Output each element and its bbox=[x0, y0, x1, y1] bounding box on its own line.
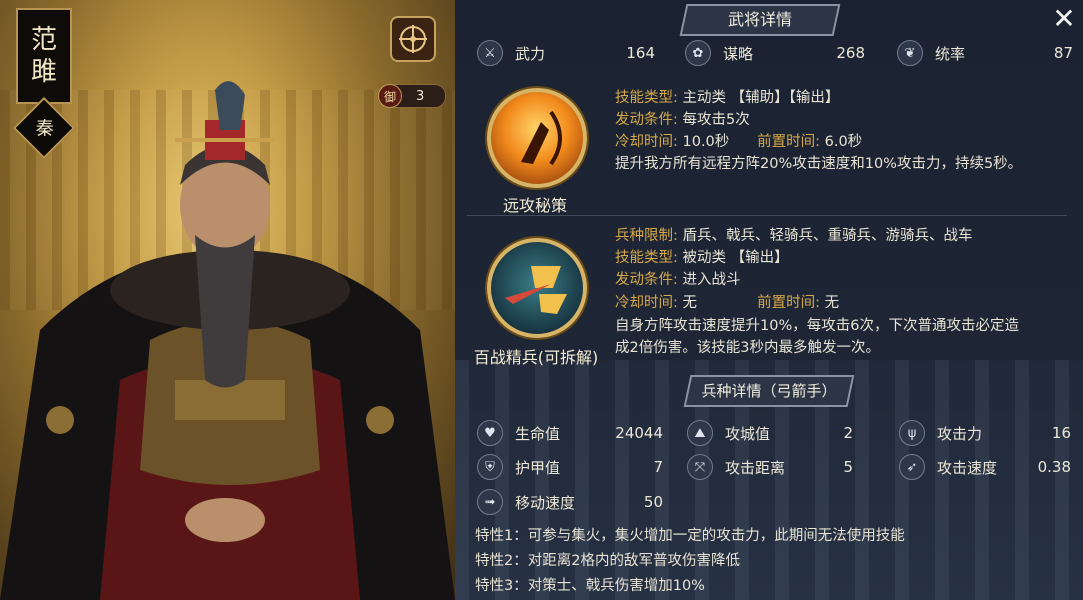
skill1-type-key: 技能类型: bbox=[615, 90, 678, 106]
skill2-cd-line: 冷却时间: 无 前置时间: 无 bbox=[615, 291, 839, 312]
troop-stat-range: ⤧ 攻击距离 5 bbox=[687, 454, 853, 480]
skill2-limit-line: 兵种限制: 盾兵、戟兵、轻骑兵、重骑兵、游骑兵、战车 bbox=[615, 224, 973, 245]
archer-skill-icon bbox=[521, 110, 562, 166]
stat-command-label: 统率 bbox=[935, 44, 966, 63]
stat-command-value: 87 bbox=[1053, 44, 1073, 62]
stat-force-value: 164 bbox=[626, 44, 655, 62]
troop-stat-movespeed-value: 50 bbox=[643, 493, 663, 511]
veteran-soldier-icon bbox=[505, 266, 567, 314]
troop-details-title: 兵种详情（弓箭手） bbox=[701, 382, 837, 400]
trait-1: 特性1：可参与集火，集火增加一定的攻击力，此期间无法使用技能 bbox=[475, 528, 905, 544]
defense-value: 3 bbox=[416, 88, 425, 104]
skill1-pre-key: 前置时间: bbox=[757, 134, 820, 150]
stat-strategy: ✿ 谋略 268 bbox=[685, 40, 865, 66]
skill2-cd-value: 无 bbox=[682, 295, 698, 311]
crossed-swords-icon: ⚔ bbox=[477, 40, 503, 66]
skill1-cd-line: 冷却时间: 10.0秒 前置时间: 6.0秒 bbox=[615, 130, 862, 151]
hero-portrait-panel: 范 雎 秦 御 3 bbox=[0, 0, 455, 600]
skill2-name: 百战精兵(可拆解) bbox=[473, 348, 599, 367]
troop-stat-atkspeed-value: 0.38 bbox=[1037, 458, 1071, 476]
skill1-name: 远攻秘策 bbox=[502, 196, 567, 215]
compass-button[interactable] bbox=[390, 16, 436, 62]
troop-stat-attack-label: 攻击力 bbox=[937, 424, 983, 443]
skill-divider bbox=[467, 215, 1067, 216]
skill1-icon[interactable] bbox=[487, 88, 587, 188]
compass-icon bbox=[399, 25, 427, 53]
skill2-pre-key: 前置时间: bbox=[757, 295, 820, 311]
skill2-desc-line1: 自身方阵攻击速度提升10%，每攻击6次，下次普通攻击必定造 bbox=[615, 318, 1019, 334]
stat-command: ❦ 统率 87 bbox=[897, 40, 1073, 66]
stat-strategy-label: 谋略 bbox=[723, 44, 754, 63]
skill1-cd-key: 冷却时间: bbox=[615, 134, 678, 150]
skill2-pre-value: 无 bbox=[824, 295, 840, 311]
troop-stat-siege-label: 攻城值 bbox=[725, 424, 771, 443]
troop-stat-hp-value: 24044 bbox=[615, 424, 663, 442]
troop-stat-siege-value: 2 bbox=[843, 424, 853, 442]
range-icon: ⤧ bbox=[687, 454, 713, 480]
troop-stat-movespeed: ➟ 移动速度 50 bbox=[477, 489, 663, 515]
troop-stat-range-label: 攻击距离 bbox=[725, 458, 786, 477]
skill1-cond-key: 发动条件: bbox=[615, 112, 678, 128]
hero-name-char2: 雎 bbox=[30, 57, 57, 87]
skill2-desc-line2: 成2倍伤害。该技能3秒内最多触发一次。 bbox=[615, 340, 880, 356]
skill2-type-line: 技能类型: 被动类 【输出】 bbox=[615, 246, 789, 267]
troop-stat-armor-value: 7 bbox=[653, 458, 663, 476]
heart-icon: ♥ bbox=[477, 420, 503, 446]
troop-stat-armor: ⛨ 护甲值 7 bbox=[477, 454, 663, 480]
troop-stat-siege: ⛰ 攻城值 2 bbox=[687, 420, 853, 446]
skill1-type-line: 技能类型: 主动类 【辅助】【输出】 bbox=[615, 86, 839, 107]
siege-icon: ⛰ bbox=[687, 420, 713, 446]
troop-stat-armor-label: 护甲值 bbox=[515, 458, 561, 477]
panel-title-tab: 武将详情 bbox=[679, 4, 841, 36]
hero-name-plate: 范 雎 bbox=[16, 8, 72, 104]
general-details-panel: 武将详情 ✕ ⚔ 武力 164 ✿ 谋略 268 ❦ 统率 87 远攻秘策 技能… bbox=[455, 0, 1083, 600]
skill1-type-value: 主动类 【辅助】【输出】 bbox=[682, 90, 840, 106]
skill1-desc: 提升我方所有远程方阵20%攻击速度和10%攻击力，持续5秒。 bbox=[615, 156, 1023, 172]
skill1-cond-value: 每攻击5次 bbox=[682, 112, 750, 128]
fan-icon: ✿ bbox=[685, 40, 711, 66]
trait-3: 特性3：对策士、戟兵伤害增加10% bbox=[475, 578, 705, 594]
skill1-cond-line: 发动条件: 每攻击5次 bbox=[615, 108, 750, 129]
defense-badge-icon: 御 bbox=[378, 84, 402, 108]
skill2-limit-value: 盾兵、戟兵、轻骑兵、重骑兵、游骑兵、战车 bbox=[682, 228, 973, 244]
skill2-cd-key: 冷却时间: bbox=[615, 295, 678, 311]
close-icon: ✕ bbox=[1052, 2, 1076, 35]
skill1-cd-value: 10.0秒 bbox=[682, 134, 730, 150]
skill2-type-key: 技能类型: bbox=[615, 250, 678, 266]
skill2-limit-key: 兵种限制: bbox=[615, 228, 678, 244]
close-button[interactable]: ✕ bbox=[1051, 5, 1077, 33]
skill1-pre-value: 6.0秒 bbox=[824, 134, 863, 150]
shield-icon: ⛨ bbox=[477, 454, 503, 480]
skill2-type-value: 被动类 【输出】 bbox=[682, 250, 789, 266]
troop-details-tab: 兵种详情（弓箭手） bbox=[683, 375, 855, 407]
skill2-icon[interactable] bbox=[487, 238, 587, 338]
trident-icon: ψ bbox=[899, 420, 925, 446]
defense-indicator: 御 3 bbox=[378, 84, 446, 108]
bird-icon: ❦ bbox=[897, 40, 923, 66]
troop-stat-attack-value: 16 bbox=[1051, 424, 1071, 442]
stat-strategy-value: 268 bbox=[836, 44, 865, 62]
panel-title: 武将详情 bbox=[727, 10, 792, 29]
speed-arrow-icon: ➶ bbox=[899, 454, 925, 480]
stat-force-label: 武力 bbox=[515, 44, 546, 63]
skill2-cond-value: 进入战斗 bbox=[682, 272, 741, 288]
troop-stat-movespeed-label: 移动速度 bbox=[515, 493, 576, 512]
stat-force: ⚔ 武力 164 bbox=[477, 40, 655, 66]
hero-name-char1: 范 bbox=[30, 25, 57, 55]
boot-icon: ➟ bbox=[477, 489, 503, 515]
troop-stat-attack: ψ 攻击力 16 bbox=[899, 420, 1071, 446]
troop-stat-range-value: 5 bbox=[843, 458, 853, 476]
trait-2: 特性2：对距离2格内的敌军普攻伤害降低 bbox=[475, 553, 740, 569]
troop-stat-hp: ♥ 生命值 24044 bbox=[477, 420, 663, 446]
skill2-cond-key: 发动条件: bbox=[615, 272, 678, 288]
troop-stat-hp-label: 生命值 bbox=[515, 424, 561, 443]
skill2-cond-line: 发动条件: 进入战斗 bbox=[615, 268, 741, 289]
troop-stat-atkspeed: ➶ 攻击速度 0.38 bbox=[899, 454, 1071, 480]
troop-stat-atkspeed-label: 攻击速度 bbox=[937, 458, 998, 477]
faction-label: 秦 bbox=[35, 118, 54, 140]
